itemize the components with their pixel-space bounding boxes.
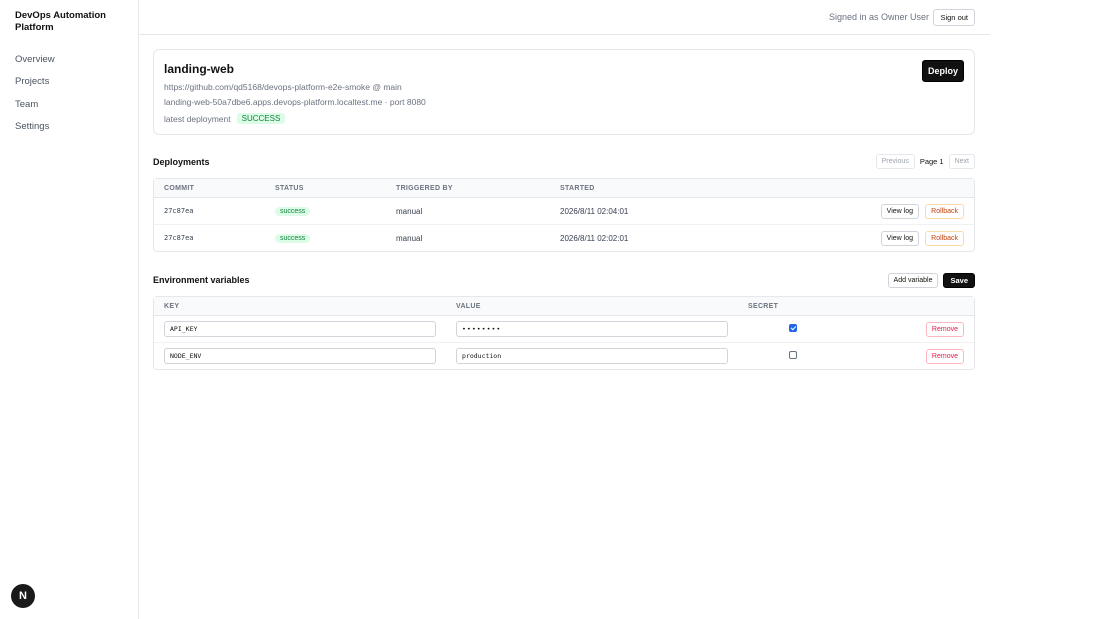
env-value-input[interactable]	[456, 347, 728, 364]
column-status: STATUS	[275, 185, 304, 192]
pagination: Previous Page 1 Next	[875, 154, 975, 169]
env-key-input[interactable]	[164, 321, 436, 337]
status-cell: success	[275, 206, 311, 216]
sidebar-item-team[interactable]: Team	[15, 99, 55, 121]
signed-in-text: Signed in as Owner User	[828, 12, 929, 22]
commit-hash: 27c87ea	[164, 233, 194, 242]
nextjs-dev-icon[interactable]: N	[11, 584, 35, 608]
column-key: KEY	[164, 303, 180, 310]
env-value-input[interactable]	[456, 321, 728, 337]
top-bar: Signed in as Owner User Sign out	[139, 0, 990, 35]
deploy-button[interactable]: Deploy	[922, 60, 964, 82]
secret-checkbox[interactable]	[789, 350, 797, 359]
table-row: 27c87ea success manual 2026/8/11 02:04:0…	[154, 198, 974, 225]
remove-button[interactable]: Remove	[925, 348, 964, 364]
env-key-input[interactable]	[164, 347, 436, 364]
sidebar-item-projects[interactable]: Projects	[15, 76, 55, 98]
column-triggered-by: TRIGGERED BY	[396, 185, 453, 192]
status-badge: success	[275, 207, 311, 216]
status-badge: success	[275, 233, 311, 243]
table-row: Remove	[154, 343, 974, 370]
save-button[interactable]: Save	[943, 273, 975, 288]
project-card: landing-web https://github.com/qd5168/de…	[153, 49, 975, 135]
started-time: 2026/8/11 02:04:01	[560, 207, 629, 216]
sidebar-item-overview[interactable]: Overview	[15, 54, 55, 76]
table-header: KEY VALUE SECRET	[154, 297, 974, 316]
column-commit: COMMIT	[164, 185, 195, 192]
next-page-button[interactable]: Next	[948, 154, 975, 169]
view-log-button[interactable]: View log	[880, 204, 919, 219]
secret-checkbox[interactable]	[789, 324, 797, 332]
view-log-button[interactable]: View log	[880, 230, 919, 246]
column-secret: SECRET	[748, 303, 779, 310]
previous-page-button[interactable]: Previous	[875, 154, 915, 169]
status-cell: success	[275, 233, 311, 243]
table-row: Remove	[154, 316, 974, 343]
project-host: landing-web-50a7dbe6.apps.devops-platfor…	[164, 97, 426, 107]
deployments-title: Deployments	[153, 157, 210, 167]
app-title: DevOps Automation Platform	[15, 10, 106, 33]
latest-deployment-label: latest deployment	[164, 113, 231, 124]
project-name: landing-web	[164, 62, 234, 76]
table-header: COMMIT STATUS TRIGGERED BY STARTED	[154, 179, 974, 198]
rollback-button[interactable]: Rollback	[925, 230, 964, 246]
triggered-by: manual	[396, 233, 423, 243]
rollback-button[interactable]: Rollback	[925, 204, 964, 219]
column-value: VALUE	[456, 303, 481, 310]
deployments-table: COMMIT STATUS TRIGGERED BY STARTED 27c87…	[153, 178, 975, 252]
commit-hash: 27c87ea	[164, 207, 194, 215]
add-variable-button[interactable]: Add variable	[887, 273, 939, 288]
status-badge: SUCCESS	[236, 113, 286, 124]
sidebar-nav: Overview Projects Team Settings	[15, 54, 55, 143]
env-actions: Add variable Save	[887, 273, 975, 288]
sign-out-button[interactable]: Sign out	[933, 9, 975, 26]
latest-deployment: latest deployment SUCCESS	[164, 113, 286, 124]
project-repo: https://github.com/qd5168/devops-platfor…	[164, 82, 402, 92]
env-vars-table: KEY VALUE SECRET Remove Remove	[153, 296, 975, 370]
sidebar: DevOps Automation Platform Overview Proj…	[0, 0, 139, 619]
env-vars-title: Environment variables	[153, 275, 250, 285]
sidebar-item-settings[interactable]: Settings	[15, 121, 55, 143]
started-time: 2026/8/11 02:02:01	[560, 233, 629, 243]
page-indicator: Page 1	[919, 157, 944, 166]
column-started: STARTED	[560, 185, 595, 192]
table-row: 27c87ea success manual 2026/8/11 02:02:0…	[154, 225, 974, 252]
remove-button[interactable]: Remove	[925, 322, 964, 337]
triggered-by: manual	[396, 207, 423, 216]
